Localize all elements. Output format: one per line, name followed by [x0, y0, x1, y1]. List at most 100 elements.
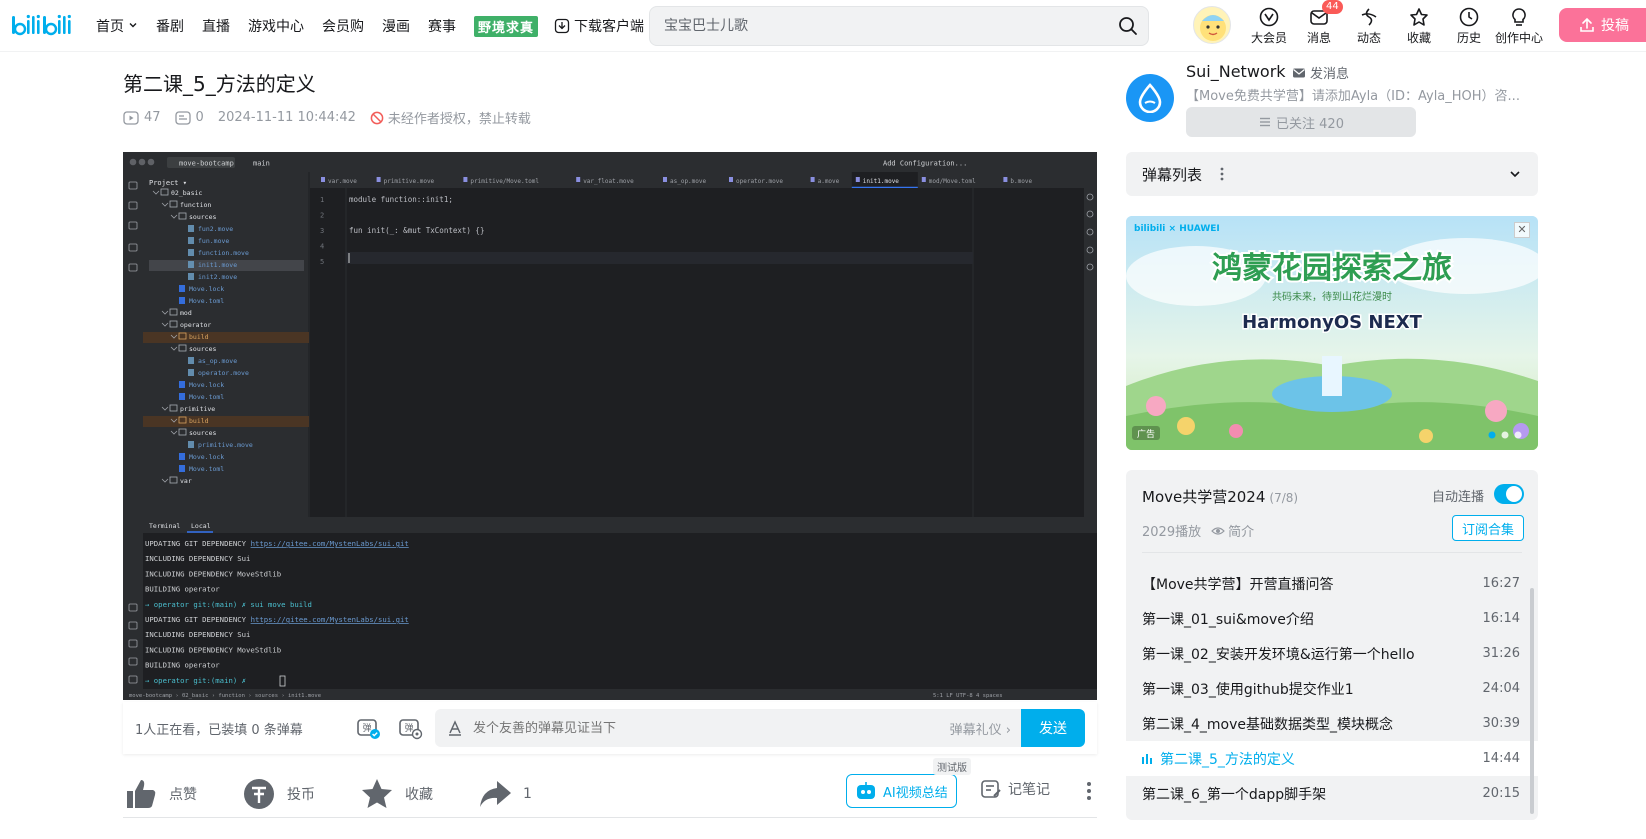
uploader-name[interactable]: Sui_Network: [1186, 62, 1286, 81]
send-message-link[interactable]: 发消息: [1292, 63, 1349, 82]
ide-editor: [310, 188, 1084, 517]
text-style-icon[interactable]: [447, 720, 463, 736]
ide-tab-file-icon: [921, 177, 926, 182]
ide-tab-file-icon: [663, 177, 667, 182]
playlist-scrollbar[interactable]: [1530, 588, 1534, 814]
coin-button[interactable]: 投币: [241, 776, 315, 812]
uploader-avatar[interactable]: [1126, 74, 1174, 122]
like-button[interactable]: 点赞: [123, 776, 197, 812]
header-message-button[interactable]: 消息 44: [1294, 0, 1344, 46]
episode-item[interactable]: 第一课_02_安装开发环境&运行第一个hello 31:26: [1126, 636, 1538, 671]
subscribe-collection-button[interactable]: 订阅合集: [1452, 515, 1524, 541]
intro-link[interactable]: 简介: [1211, 521, 1254, 540]
header-vip-button[interactable]: 大会员: [1244, 6, 1294, 46]
bilibili-logo[interactable]: [10, 10, 74, 40]
episode-item[interactable]: 第二课_4_move基础数据类型_模块概念 30:39: [1126, 706, 1538, 741]
upload-button[interactable]: 投稿: [1559, 8, 1646, 42]
upload-label: 投稿: [1601, 18, 1629, 34]
nav-item[interactable]: 直播: [202, 16, 230, 36]
star-icon: [362, 778, 392, 808]
ide-terminal-tab: Local: [191, 522, 211, 530]
nav-item[interactable]: 会员购: [322, 16, 364, 36]
upload-icon: [1580, 17, 1594, 32]
favorite-button[interactable]: 收藏: [359, 776, 433, 812]
top-header: 首页番剧直播游戏中心会员购漫画赛事野境求真下载客户端 大会员消息44动态收藏历史…: [0, 0, 1646, 52]
nav-item[interactable]: 首页: [96, 16, 138, 36]
collection-title[interactable]: Move共学营2024 (7/8): [1142, 486, 1298, 507]
more-vertical-icon[interactable]: [1214, 166, 1230, 182]
ide-project-header: Project ▾: [149, 179, 187, 187]
ide-screen: move-bootcamp main Add Configuration... Pro…: [123, 152, 1097, 700]
danmaku-etiquette-link[interactable]: 弹幕礼仪 ›: [950, 719, 1011, 738]
ide-tree-item: sources: [189, 213, 216, 221]
share-button[interactable]: 1: [477, 776, 532, 812]
ad-close-icon[interactable]: ✕: [1514, 222, 1530, 238]
dynamic-icon: [1361, 8, 1377, 26]
window-control-icon: [147, 158, 155, 166]
danmaku-toggle-icon[interactable]: 弹: [355, 715, 381, 741]
nav-item[interactable]: 游戏中心: [248, 16, 304, 36]
header-bulb-button[interactable]: 创作中心: [1494, 6, 1544, 46]
episode-item[interactable]: 第一课_03_使用github提交作业1 24:04: [1126, 671, 1538, 706]
ai-summary-button[interactable]: AI视频总结: [846, 774, 957, 808]
download-client-link[interactable]: 下载客户端: [554, 16, 644, 36]
episode-duration: 30:39: [1482, 716, 1520, 731]
ide-branch-name: main: [253, 160, 270, 168]
danmaku-input[interactable]: [473, 720, 913, 736]
ide-tab-file-icon: [855, 177, 860, 182]
ide-tree-item: Move.lock: [189, 381, 224, 389]
ide-terminal-tabbar: [123, 517, 1097, 533]
chevron-down-icon[interactable]: [1508, 167, 1522, 181]
ide-tree-item: Move.toml: [189, 393, 224, 401]
header-history-button[interactable]: 历史: [1444, 6, 1494, 46]
ide-tab-file-icon: [321, 177, 325, 182]
notes-button[interactable]: 记笔记: [980, 778, 1050, 800]
video-player[interactable]: move-bootcamp main Add Configuration... Pro…: [123, 152, 1097, 700]
header-dynamic-button[interactable]: 动态: [1344, 6, 1394, 46]
ide-tab-file-icon: [463, 177, 468, 182]
danmaku-list-header[interactable]: 弹幕列表: [1126, 152, 1538, 196]
episode-item[interactable]: 第一课_01_sui&move介绍 16:14: [1126, 601, 1538, 636]
star-icon: [1410, 8, 1428, 26]
beta-tag: 测试版: [933, 758, 971, 775]
ide-file-icon: [179, 381, 185, 388]
header-star-button[interactable]: 收藏: [1394, 6, 1444, 46]
more-options-icon[interactable]: [1079, 780, 1099, 802]
follow-button[interactable]: 已关注 420: [1186, 107, 1416, 137]
promo-banner-link[interactable]: 野境求真: [474, 15, 539, 37]
send-danmaku-button[interactable]: 发送: [1021, 709, 1085, 747]
autoplay-toggle[interactable]: [1494, 484, 1524, 504]
ide-file-icon: [179, 453, 185, 460]
ad-banner[interactable]: bilibili × HUAWEI 鸿蒙花园探索之旅 共码未来，待到山花烂漫时 …: [1126, 216, 1538, 450]
collection-stats: 2029播放 简介: [1142, 521, 1254, 540]
danmaku-settings-icon[interactable]: 弹: [397, 715, 423, 741]
viewer-count: 1人正在看，已装填 0 条弹幕: [135, 722, 303, 738]
search-icon[interactable]: [1118, 16, 1138, 36]
ide-file-icon: [188, 369, 194, 376]
nav-item[interactable]: 漫画: [382, 16, 410, 36]
ide-tree-item: mod: [180, 309, 192, 317]
ide-terminal-line: INCLUDING DEPENDENCY Sui: [145, 630, 250, 639]
episode-title: 第二课_5_方法的定义: [1160, 751, 1295, 768]
ide-tree-item: var: [180, 477, 192, 485]
episode-item[interactable]: 第二课_6_第一个dapp脚手架 20:15: [1126, 776, 1538, 811]
vip-icon: [1259, 7, 1279, 27]
ad-brand: bilibili × HUAWEI: [1134, 224, 1220, 234]
user-avatar[interactable]: [1193, 6, 1231, 44]
ide-tab: b.move: [1010, 178, 1032, 185]
nav-item[interactable]: 赛事: [428, 16, 456, 36]
ide-tree-item: primitive: [180, 405, 215, 413]
ide-file-icon: [188, 273, 194, 280]
ide-line-number: 1: [320, 196, 324, 204]
ide-line-number: 4: [320, 243, 324, 251]
episode-item[interactable]: 【Move共学营】开营直播问答 16:27: [1126, 566, 1538, 601]
ide-tab: var_float.move: [583, 178, 634, 185]
search-input[interactable]: [664, 7, 1104, 45]
ide-terminal-line: INCLUDING DEPENDENCY Sui: [145, 554, 250, 563]
ide-tab: primitive/Move.toml: [470, 178, 539, 185]
ide-tab-file-icon: [1003, 177, 1008, 182]
nav-item[interactable]: 番剧: [156, 16, 184, 36]
copyright-notice: 未经作者授权，禁止转载: [370, 108, 531, 127]
ide-tab: primitive.move: [384, 178, 435, 185]
episode-item-active[interactable]: 第二课_5_方法的定义 14:44: [1126, 741, 1538, 776]
